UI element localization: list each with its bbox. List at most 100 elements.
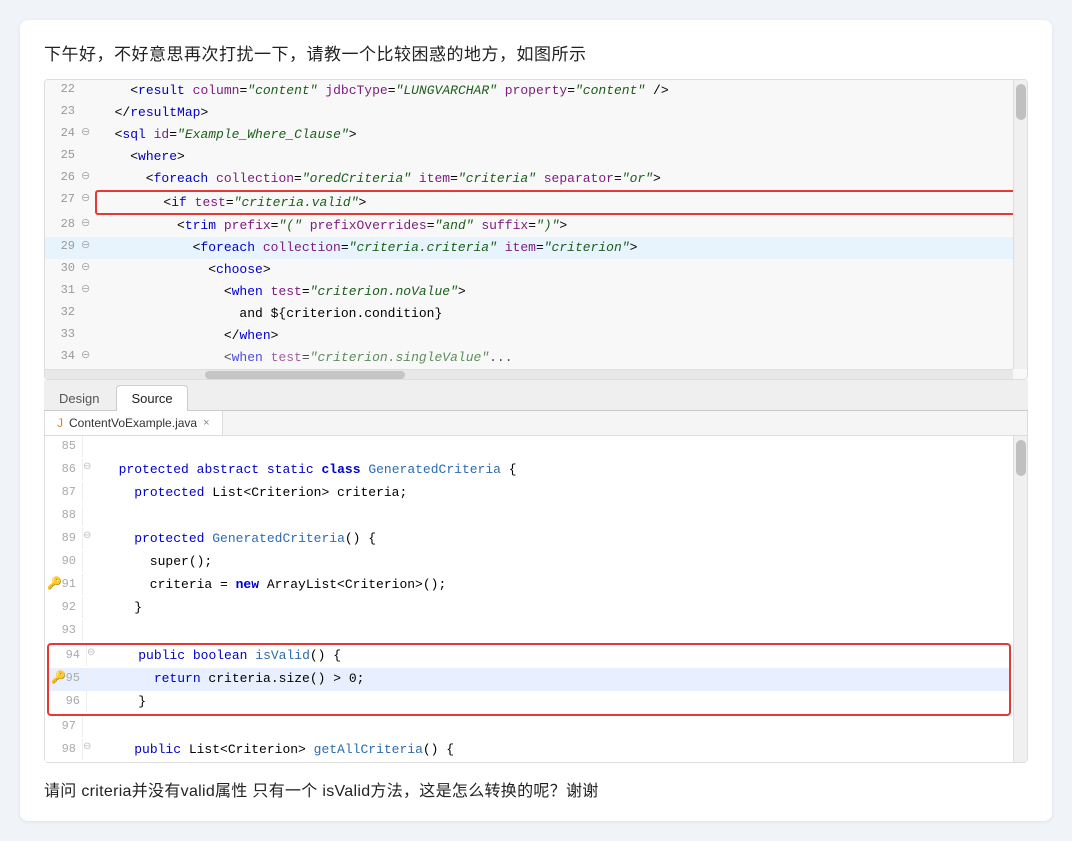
java-line-87: 87 protected List<Criterion> criteria; [45, 482, 1013, 505]
intro-text: 下午好，不好意思再次打扰一下，请教一个比较困惑的地方，如图所示 [44, 40, 1028, 65]
java-line-97: 97 [45, 716, 1013, 739]
java-linenum-88: 88 [45, 505, 83, 525]
tab-bar: Design Source [44, 380, 1028, 411]
java-content-96: } [101, 691, 1009, 713]
xml-line-25: 25 <where> [45, 146, 1027, 168]
java-line-92: 92 } [45, 597, 1013, 620]
file-close-icon[interactable]: × [203, 417, 209, 429]
line-num-26: 26 [45, 168, 81, 188]
java-content-88 [97, 505, 1013, 527]
xml-content-33: </when> [95, 325, 1027, 346]
line-num-30: 30 [45, 259, 81, 279]
java-line-88: 88 [45, 505, 1013, 528]
java-linenum-90: 90 [45, 551, 83, 571]
java-line-96: 96 } [49, 691, 1009, 714]
xml-content-29: <foreach collection="criteria.criteria" … [95, 237, 1027, 258]
java-linenum-92: 92 [45, 597, 83, 617]
java-line-94: 94 ⊖ public boolean isValid() { [49, 645, 1009, 668]
xml-line-32: 32 and ${criterion.condition} [45, 303, 1027, 325]
java-content-95: return criteria.size() > 0; [101, 668, 1009, 690]
java-line-98: 98 ⊖ public List<Criterion> getAllCriter… [45, 739, 1013, 762]
java-line-86: 86 ⊖ protected abstract static class Gen… [45, 459, 1013, 482]
xml-content-28: <trim prefix="(" prefixOverrides="and" s… [95, 215, 1027, 236]
java-line-89: 89 ⊖ protected GeneratedCriteria() { [45, 528, 1013, 551]
xml-content-27: <if test="criteria.valid"> [95, 190, 1027, 215]
java-line-91: 91 criteria = new ArrayList<Criterion>()… [45, 574, 1013, 597]
java-linenum-86: 86 [45, 459, 83, 479]
xml-content-26: <foreach collection="oredCriteria" item=… [95, 168, 1027, 189]
xml-line-24: 24 ⊖ <sql id="Example_Where_Clause"> [45, 124, 1027, 146]
java-content-93 [97, 620, 1013, 642]
java-file-icon: J [57, 416, 63, 430]
line-num-34: 34 [45, 347, 81, 367]
line-num-28: 28 [45, 215, 81, 235]
java-linenum-89: 89 [45, 528, 83, 548]
key-icon-95: 🔑 [51, 668, 66, 688]
question-text: 请问 criteria并没有valid属性 只有一个 isValid方法，这是怎… [44, 777, 1028, 801]
java-line-85: 85 [45, 436, 1013, 459]
xml-scrollbar[interactable] [1013, 80, 1027, 369]
xml-content-22: <result column="content" jdbcType="LUNGV… [95, 80, 1027, 101]
java-content-85 [97, 436, 1013, 458]
java-content-87: protected List<Criterion> criteria; [97, 482, 1013, 504]
xml-line-26: 26 ⊖ <foreach collection="oredCriteria" … [45, 168, 1027, 190]
java-content-98: public List<Criterion> getAllCriteria() … [97, 739, 1013, 761]
xml-line-22: 22 <result column="content" jdbcType="LU… [45, 80, 1027, 102]
tab-source[interactable]: Source [116, 385, 187, 411]
xml-line-29: 29 ⊖ <foreach collection="criteria.crite… [45, 237, 1027, 259]
java-scrollbar[interactable] [1013, 436, 1027, 762]
java-content-86: protected abstract static class Generate… [97, 459, 1013, 481]
xml-line-23: 23 </resultMap> [45, 102, 1027, 124]
line-num-22: 22 [45, 80, 81, 100]
java-linenum-98: 98 [45, 739, 83, 759]
line-num-32: 32 [45, 303, 81, 323]
file-tab-contentvoexample[interactable]: J ContentVoExample.java × [45, 411, 223, 435]
xml-content-32: and ${criterion.condition} [95, 303, 1027, 324]
java-scroll-thumb[interactable] [1016, 440, 1026, 476]
java-linenum-94: 94 [49, 645, 87, 665]
xml-content-24: <sql id="Example_Where_Clause"> [95, 124, 1027, 145]
xml-line-31: 31 ⊖ <when test="criterion.noValue"> [45, 281, 1027, 303]
xml-hscroll[interactable] [45, 369, 1013, 379]
line-num-33: 33 [45, 325, 81, 345]
line-num-24: 24 [45, 124, 81, 144]
java-linenum-87: 87 [45, 482, 83, 502]
java-red-box: 94 ⊖ public boolean isValid() { 95 retur… [47, 643, 1011, 716]
main-container: 下午好，不好意思再次打扰一下，请教一个比较困惑的地方，如图所示 22 <resu… [20, 20, 1052, 821]
java-line-95: 95 return criteria.size() > 0; 🔑 [49, 668, 1009, 691]
java-linenum-96: 96 [49, 691, 87, 711]
java-linenum-97: 97 [45, 716, 83, 736]
xml-content-31: <when test="criterion.noValue"> [95, 281, 1027, 302]
java-line-90: 90 super(); [45, 551, 1013, 574]
java-code-area: 85 86 ⊖ protected abstract static class … [45, 436, 1027, 762]
xml-line-28: 28 ⊖ <trim prefix="(" prefixOverrides="a… [45, 215, 1027, 237]
xml-code-panel: 22 <result column="content" jdbcType="LU… [44, 79, 1028, 380]
line-num-25: 25 [45, 146, 81, 166]
java-content-94: public boolean isValid() { [101, 645, 1009, 667]
line-num-23: 23 [45, 102, 81, 122]
key-icon-91: 🔑 [47, 574, 62, 594]
xml-code-area: 22 <result column="content" jdbcType="LU… [45, 80, 1027, 369]
java-content-90: super(); [97, 551, 1013, 573]
java-content-97 [97, 716, 1013, 738]
xml-content-23: </resultMap> [95, 102, 1027, 123]
xml-content-25: <where> [95, 146, 1027, 167]
java-content-92: } [97, 597, 1013, 619]
java-panel: J ContentVoExample.java × 85 86 ⊖ protec… [44, 411, 1028, 763]
tab-design[interactable]: Design [44, 385, 114, 411]
xml-line-34: 34 ⊖ <when test="criterion.singleValue".… [45, 347, 1027, 369]
line-num-29: 29 [45, 237, 81, 257]
xml-content-34: <when test="criterion.singleValue"... [95, 347, 1027, 368]
xml-scroll-thumb[interactable] [1016, 84, 1026, 120]
xml-hscroll-thumb[interactable] [205, 371, 405, 379]
line-num-27: 27 [45, 190, 81, 210]
xml-line-33: 33 </when> [45, 325, 1027, 347]
file-tab-bar: J ContentVoExample.java × [45, 411, 1027, 436]
file-tab-name: ContentVoExample.java [69, 416, 197, 430]
xml-line-30: 30 ⊖ <choose> [45, 259, 1027, 281]
java-content-89: protected GeneratedCriteria() { [97, 528, 1013, 550]
line-num-31: 31 [45, 281, 81, 301]
java-linenum-85: 85 [45, 436, 83, 456]
java-linenum-93: 93 [45, 620, 83, 640]
xml-content-30: <choose> [95, 259, 1027, 280]
